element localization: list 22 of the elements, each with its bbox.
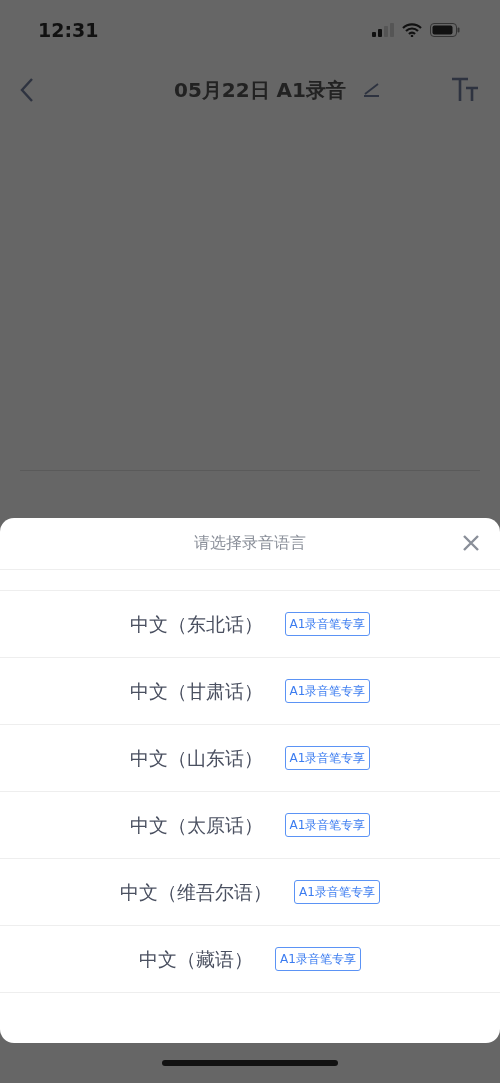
close-icon[interactable] — [462, 533, 480, 552]
sheet-title: 请选择录音语言 — [194, 532, 306, 555]
edit-icon[interactable] — [362, 81, 380, 98]
back-icon[interactable] — [20, 76, 34, 103]
language-option[interactable]: 中文（太原话） A1录音笔专享 — [0, 791, 500, 859]
status-time: 12:31 — [38, 17, 99, 43]
exclusive-tag: A1录音笔专享 — [275, 946, 361, 971]
language-option[interactable]: 中文（维吾尔语） A1录音笔专享 — [0, 858, 500, 926]
battery-icon — [430, 22, 460, 37]
exclusive-tag: A1录音笔专享 — [294, 879, 380, 904]
language-option[interactable]: 中文（东北话） A1录音笔专享 — [0, 590, 500, 658]
note-title: 05月22日 A1录音 — [174, 76, 346, 104]
exclusive-tag: A1录音笔专享 — [284, 611, 371, 636]
exclusive-tag: A1录音笔专享 — [284, 678, 371, 703]
signal-icon — [372, 22, 394, 37]
text-size-icon[interactable] — [450, 76, 480, 103]
language-option[interactable]: 中文（山东话） A1录音笔专享 — [0, 724, 500, 792]
exclusive-tag: A1录音笔专享 — [284, 812, 371, 837]
wifi-icon — [402, 22, 422, 37]
exclusive-tag: A1录音笔专享 — [284, 745, 371, 770]
language-option[interactable]: 中文（甘肃话） A1录音笔专享 — [0, 657, 500, 725]
language-option[interactable]: 中文（藏语） A1录音笔专享 — [0, 925, 500, 993]
